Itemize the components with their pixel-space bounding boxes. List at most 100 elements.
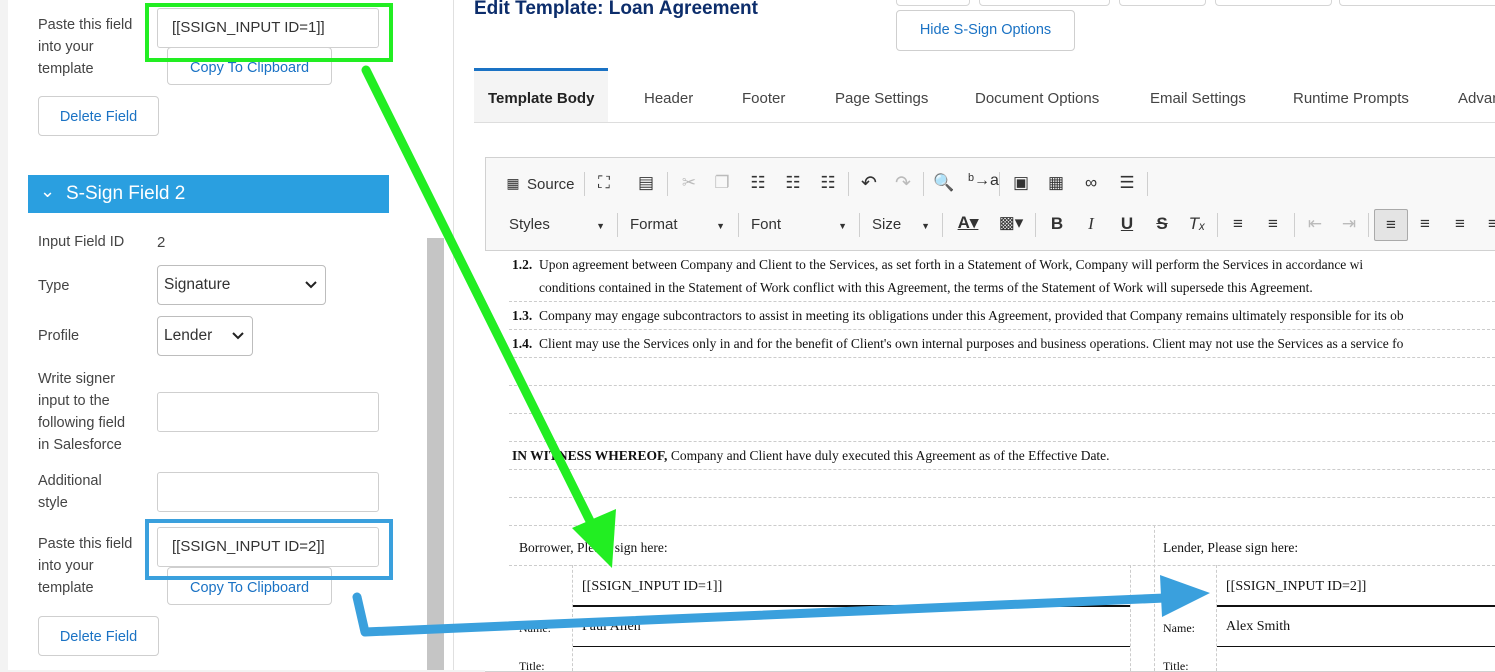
document-content[interactable]: 1.2. Upon agreement between Company and … [485, 250, 1495, 671]
paste-field-label-1: Paste this field into your template [38, 17, 133, 77]
styles-dropdown[interactable]: Styles ▼ [509, 216, 605, 233]
font-dropdown[interactable]: Font ▼ [751, 216, 847, 233]
toolbar-separator [667, 172, 668, 196]
caret-down-icon: ▼ [838, 221, 847, 231]
top-action-button[interactable] [1215, 0, 1332, 6]
chevron-down-icon [305, 266, 317, 319]
tab-advanced[interactable]: Advan [1458, 68, 1495, 121]
tab-email-settings[interactable]: Email Settings [1150, 68, 1246, 121]
tab-template-body[interactable]: Template Body [474, 68, 609, 122]
redo-icon[interactable]: ↷ [892, 172, 914, 195]
link-icon[interactable]: ∞ [1080, 173, 1102, 193]
align-left-icon[interactable]: ≡ [1374, 209, 1408, 241]
toolbar-separator [1217, 213, 1218, 237]
template-tabs: Template Body Header Footer Page Setting… [474, 68, 1495, 123]
top-action-button[interactable] [896, 0, 970, 6]
paste-text-icon[interactable]: ☷ [782, 173, 804, 193]
toolbar-separator [999, 172, 1000, 196]
top-action-button[interactable] [1339, 0, 1495, 6]
empty-row [509, 497, 1495, 526]
top-action-button[interactable] [979, 0, 1110, 6]
additional-style-input[interactable] [157, 472, 379, 512]
size-dropdown[interactable]: Size ▼ [872, 216, 930, 233]
format-dropdown[interactable]: Format ▼ [630, 216, 725, 233]
type-select[interactable]: Signature [157, 265, 326, 305]
borrower-signature-field[interactable]: [[SSIGN_INPUT ID=1]] [582, 579, 722, 595]
align-center-icon[interactable]: ≡ [1414, 214, 1436, 234]
toolbar-separator [1035, 213, 1036, 237]
green-highlight-box [145, 3, 393, 62]
toolbar-separator [738, 213, 739, 237]
paste-icon[interactable]: ☷ [747, 173, 769, 193]
source-button[interactable]: Source [527, 176, 575, 193]
table-divider [509, 565, 1495, 566]
table-icon[interactable]: ▦ [1045, 173, 1067, 193]
tab-footer[interactable]: Footer [742, 68, 785, 121]
text-color-icon[interactable]: A▾ [953, 213, 983, 233]
tab-page-settings[interactable]: Page Settings [835, 68, 928, 121]
toolbar-separator [1368, 213, 1369, 237]
s-sign-field-2-header[interactable]: ⌄ S-Sign Field 2 [28, 175, 389, 213]
name-line [1217, 646, 1495, 647]
paste-word-icon[interactable]: ☷ [817, 173, 839, 193]
top-action-button[interactable] [1119, 0, 1206, 6]
panel-scrollbar-thumb[interactable] [427, 238, 444, 670]
lender-sign-label: Lender, Please sign here: [1163, 540, 1299, 555]
salesforce-field-input[interactable] [157, 392, 379, 432]
empty-row [509, 357, 1495, 386]
profile-label: Profile [38, 328, 80, 344]
additional-style-label: Additional style [38, 473, 102, 511]
page-title: Edit Template: Loan Agreement [474, 0, 758, 19]
toolbar-separator [859, 213, 860, 237]
lender-title-label: Title: [1163, 659, 1189, 671]
borrower-name-label: Name: [519, 621, 551, 635]
maximize-icon[interactable]: ⛶ [593, 173, 615, 193]
image-icon[interactable]: ▣ [1010, 173, 1032, 193]
decrease-indent-icon[interactable]: ⇤ [1304, 214, 1326, 234]
find-icon[interactable]: 🔍 [933, 173, 955, 193]
lender-signature-line [1217, 605, 1495, 607]
underline-icon[interactable]: U [1116, 214, 1138, 234]
clause-text: Client may use the Services only in and … [539, 336, 1404, 351]
clause-text: Upon agreement between Company and Clien… [539, 257, 1364, 272]
tab-document-options[interactable]: Document Options [975, 68, 1099, 121]
toolbar-separator [942, 213, 943, 237]
increase-indent-icon[interactable]: ⇥ [1338, 214, 1360, 234]
remove-format-icon[interactable]: Tₓ [1186, 214, 1208, 234]
delete-field-button-1[interactable]: Delete Field [38, 96, 159, 136]
tab-runtime-prompts[interactable]: Runtime Prompts [1293, 68, 1409, 121]
align-right-icon[interactable]: ≡ [1449, 214, 1471, 234]
delete-field-button-2[interactable]: Delete Field [38, 616, 159, 656]
bulleted-list-icon[interactable]: ≡ [1262, 214, 1284, 234]
clause-text: conditions contained in the Statement of… [539, 280, 1313, 295]
bold-icon[interactable]: B [1046, 214, 1068, 234]
toolbar-separator [1147, 172, 1148, 196]
lender-signature-field[interactable]: [[SSIGN_INPUT ID=2]] [1226, 579, 1366, 595]
clause-number: 1.2. [512, 257, 533, 272]
undo-icon[interactable]: ↶ [858, 172, 880, 195]
styles-label: Styles [509, 216, 550, 233]
table-divider [1130, 565, 1131, 671]
empty-row [509, 413, 1495, 442]
paste-field-label-2: Paste this field into your template [38, 536, 133, 596]
caret-down-icon: ▼ [716, 221, 725, 231]
show-blocks-icon[interactable]: ▤ [635, 173, 657, 193]
replace-icon[interactable]: ᵇ→a [968, 172, 999, 190]
toolbar-separator [617, 213, 618, 237]
background-color-icon[interactable]: ▩▾ [996, 213, 1026, 233]
copy-icon[interactable]: ❐ [711, 173, 733, 193]
empty-row [509, 469, 1495, 498]
numbered-list-icon[interactable]: ≡ [1227, 214, 1249, 234]
justify-icon[interactable]: ≡ [1482, 214, 1495, 234]
hide-s-sign-options-button[interactable]: Hide S-Sign Options [896, 10, 1075, 51]
italic-icon[interactable]: I [1080, 214, 1102, 234]
tab-header[interactable]: Header [644, 68, 693, 121]
clause-number: 1.4. [512, 336, 533, 351]
lender-name: Alex Smith [1226, 619, 1291, 634]
source-icon: ▦ [506, 175, 520, 191]
profile-select[interactable]: Lender [157, 316, 253, 356]
cut-icon[interactable]: ✂ [678, 173, 700, 193]
strikethrough-icon[interactable]: S [1151, 214, 1173, 234]
clause-text: Company may engage subcontractors to ass… [539, 308, 1404, 323]
page-break-icon[interactable]: ☰ [1116, 173, 1138, 193]
